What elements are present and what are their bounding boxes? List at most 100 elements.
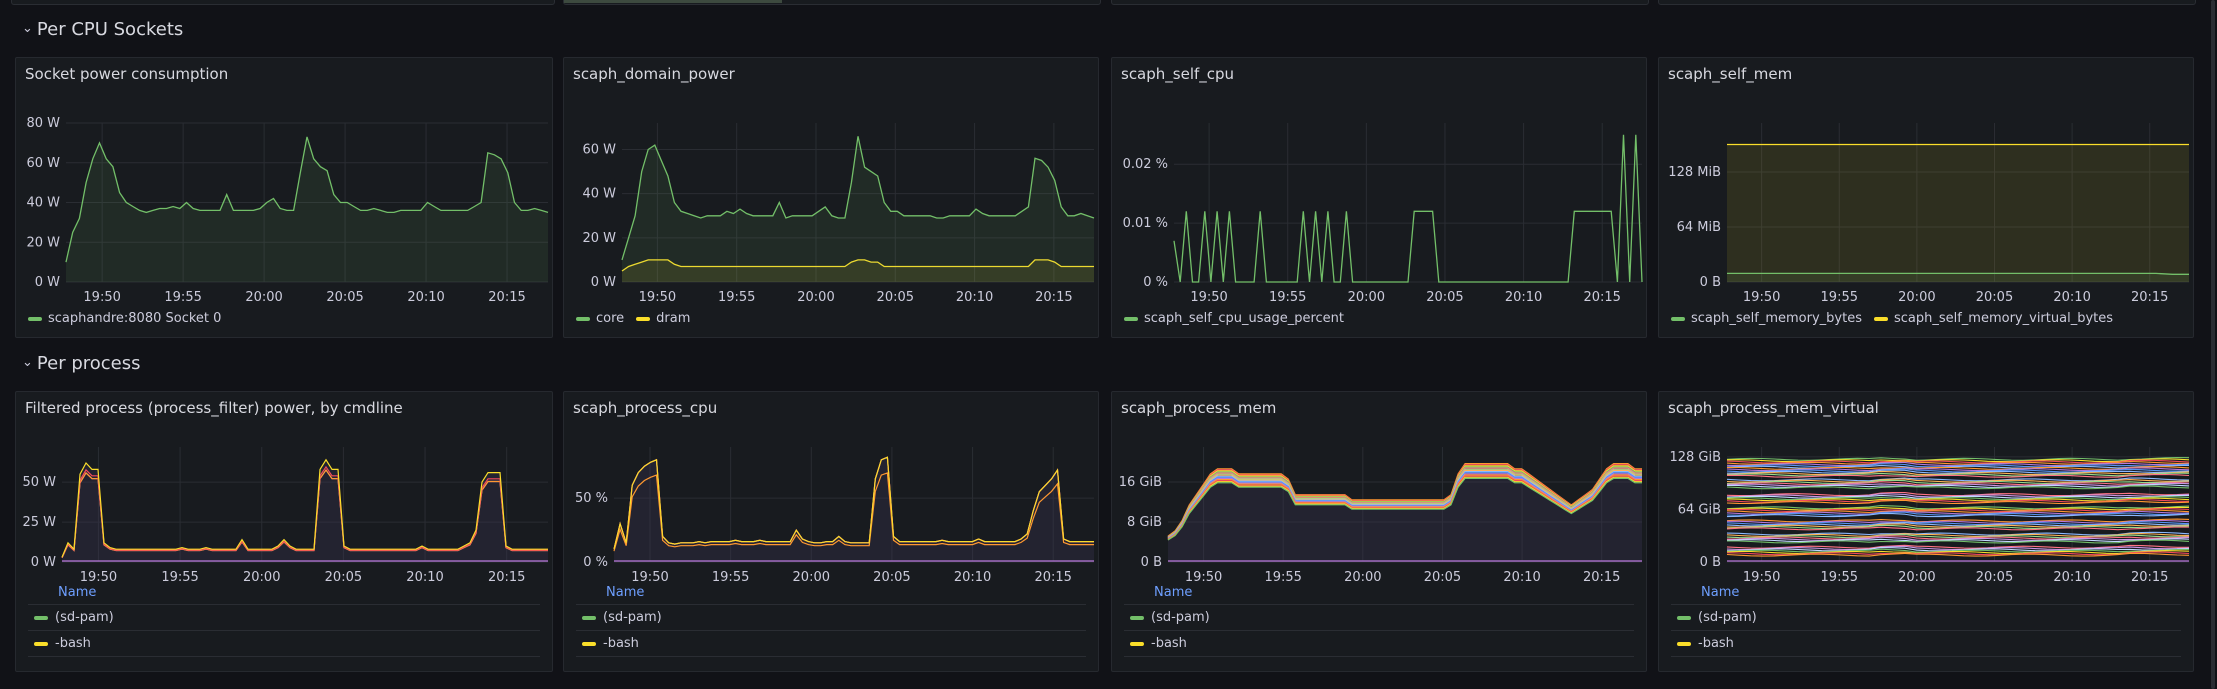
legend-item[interactable]: scaph_self_cpu_usage_percent (1124, 311, 1344, 326)
legend-label[interactable]: -bash (603, 631, 639, 656)
legend-row[interactable]: -bash (1124, 631, 1634, 657)
y-tick-label: 16 GiB (1119, 475, 1162, 490)
legend-label[interactable]: scaph_self_memory_bytes (1691, 311, 1862, 326)
legend-label[interactable]: (sd-pam) (55, 605, 114, 630)
previous-panel-edge (1658, 0, 2196, 5)
legend-row[interactable]: -bash (576, 631, 1086, 657)
legend-swatch (1671, 316, 1685, 321)
panel-title[interactable]: Filtered process (process_filter) power,… (25, 399, 403, 417)
panel-filtered-process-power[interactable]: 0 W 25 W 50 W 19:50 19:55 20:00 20:05 20:10 20:1… (15, 391, 553, 672)
series-area (1727, 273, 2189, 282)
legend-row[interactable]: (sd-pam) (1124, 605, 1634, 631)
series-area (622, 136, 1094, 282)
x-tick-label: 20:15 (2131, 290, 2168, 305)
panel-title[interactable]: scaph_process_mem_virtual (1668, 399, 1879, 417)
x-tick-label: 20:00 (1348, 290, 1385, 305)
legend-label[interactable]: core (596, 311, 624, 326)
legend-label[interactable]: -bash (1151, 631, 1187, 656)
series-line (613, 456, 1094, 550)
legend-label[interactable]: scaph_self_cpu_usage_percent (1144, 311, 1344, 326)
x-tick-label: 19:50 (639, 290, 676, 305)
legend-label[interactable]: (sd-pam) (1151, 605, 1210, 630)
legend-swatch (1873, 316, 1888, 321)
y-tick-label: 0 % (1143, 275, 1168, 290)
y-tick-label: 64 GiB (1678, 502, 1721, 517)
panel-title[interactable]: scaph_domain_power (573, 65, 735, 83)
legend-label[interactable]: -bash (1698, 631, 1734, 656)
legend-row[interactable]: (sd-pam) (576, 605, 1086, 631)
panel-title[interactable]: scaph_process_cpu (573, 399, 717, 417)
legend-swatch (1677, 641, 1691, 646)
row-title[interactable]: Per CPU Sockets (37, 19, 183, 40)
legend-item[interactable]: dram (636, 311, 690, 326)
legend-label[interactable]: scaphandre:8080 Socket 0 (48, 311, 221, 326)
y-tick-label: 20 W (26, 235, 60, 250)
legend-item[interactable]: scaph_self_memory_virtual_bytes (1873, 311, 2113, 326)
row-title[interactable]: Per process (37, 353, 141, 374)
panel-title[interactable]: scaph_self_cpu (1121, 65, 1234, 83)
panel-title[interactable]: scaph_process_mem (1121, 399, 1276, 417)
x-tick-label: 20:10 (956, 290, 993, 305)
legend-swatch (582, 615, 596, 620)
series-area (1727, 144, 2189, 282)
legend-swatch (636, 316, 651, 321)
legend-label[interactable]: -bash (55, 631, 91, 656)
panel-scaph-process-cpu[interactable]: 0 % 50 % 19:50 19:55 20:00 20:05 20:10 20:15 sca… (563, 391, 1099, 672)
legend-swatch (28, 316, 42, 321)
x-tick-label: 19:55 (1821, 290, 1858, 305)
legend-row[interactable]: -bash (28, 631, 540, 657)
legend-item[interactable]: core (576, 311, 624, 326)
series-area (62, 459, 548, 562)
x-tick-label: 20:15 (488, 290, 525, 305)
legend-label[interactable]: dram (656, 311, 690, 326)
series-line (613, 456, 1094, 550)
chevron-down-icon[interactable]: ⌄ (22, 21, 33, 36)
legend-row[interactable]: -bash (1671, 631, 2181, 657)
legend-item[interactable]: scaph_self_memory_bytes (1671, 311, 1862, 326)
y-tick-label: 20 W (582, 231, 616, 246)
x-tick-label: 19:50 (1743, 290, 1780, 305)
y-tick-label: 0.02 % (1123, 157, 1168, 172)
panel-scaph-process-mem[interactable]: 0 B8 GiB 16 GiB 19:50 19:55 20:00 20:05 20:10 2… (1111, 391, 1647, 672)
panel-scaph-process-mem-virtual[interactable]: 0 B 64 GiB 128 GiB 19:50 19:55 20:00 20:05 20:1… (1658, 391, 2194, 672)
vertical-scrollbar[interactable] (2211, 0, 2215, 689)
legend-item[interactable]: scaphandre:8080 Socket 0 (28, 311, 221, 326)
legend-table-header[interactable]: Name (576, 582, 1086, 605)
y-tick-label: 25 W (22, 515, 56, 530)
previous-panel-edge (1111, 0, 1649, 5)
previous-panel-edge (563, 0, 1101, 5)
legend-swatch (34, 615, 48, 620)
y-tick-label: 128 MiB (1668, 165, 1721, 180)
x-tick-label: 20:10 (1505, 290, 1542, 305)
legend-label[interactable]: (sd-pam) (603, 605, 662, 630)
panel-scaph-domain-power[interactable]: 0 W 20 W 40 W 60 W 19:50 19:55 20:00 20:05 20:10… (563, 57, 1099, 338)
legend-table-header[interactable]: Name (1671, 582, 2181, 605)
legend-table-header[interactable]: Name (28, 582, 540, 605)
panel-scaph-self-cpu[interactable]: 0 % 0.01 % 0.02 % 19:50 19:55 20:00 20:05 20:10… (1111, 57, 1647, 338)
legend-table-header[interactable]: Name (1124, 582, 1634, 605)
y-tick-label: 40 W (26, 196, 60, 211)
row-header-per-cpu-sockets[interactable]: ⌄ Per CPU Sockets (22, 19, 183, 40)
y-tick-label: 64 MiB (1677, 220, 1721, 235)
y-tick-label: 60 W (26, 156, 60, 171)
panel-title[interactable]: Socket power consumption (25, 65, 228, 83)
legend-label[interactable]: (sd-pam) (1698, 605, 1757, 630)
panel-socket-power-consumption[interactable]: 0 W 20 W 40 W 60 W 80 W 19:50 19:55 20:00 20:05 2… (15, 57, 553, 338)
legend-row[interactable]: (sd-pam) (28, 605, 540, 631)
series-line (613, 456, 1094, 550)
legend-table: Name (sd-pam) -bash (576, 582, 1086, 657)
y-tick-label: 80 W (26, 116, 60, 131)
legend: core dram (576, 311, 690, 326)
legend-label[interactable]: scaph_self_memory_virtual_bytes (1894, 311, 2113, 326)
x-tick-label: 20:00 (797, 290, 834, 305)
panel-title[interactable]: scaph_self_mem (1668, 65, 1792, 83)
legend-swatch (582, 641, 596, 646)
x-tick-label: 19:50 (1190, 290, 1227, 305)
row-header-per-process[interactable]: ⌄ Per process (22, 353, 141, 374)
chevron-down-icon[interactable]: ⌄ (22, 355, 33, 370)
y-tick-label: 0 B (1700, 275, 1721, 290)
y-tick-label: 0 % (583, 555, 608, 570)
panel-scaph-self-mem[interactable]: 0 B 64 MiB 128 MiB 19:50 19:55 20:00 20:05 20:1… (1658, 57, 2194, 338)
legend-row[interactable]: (sd-pam) (1671, 605, 2181, 631)
legend: scaph_self_cpu_usage_percent (1124, 311, 1344, 326)
